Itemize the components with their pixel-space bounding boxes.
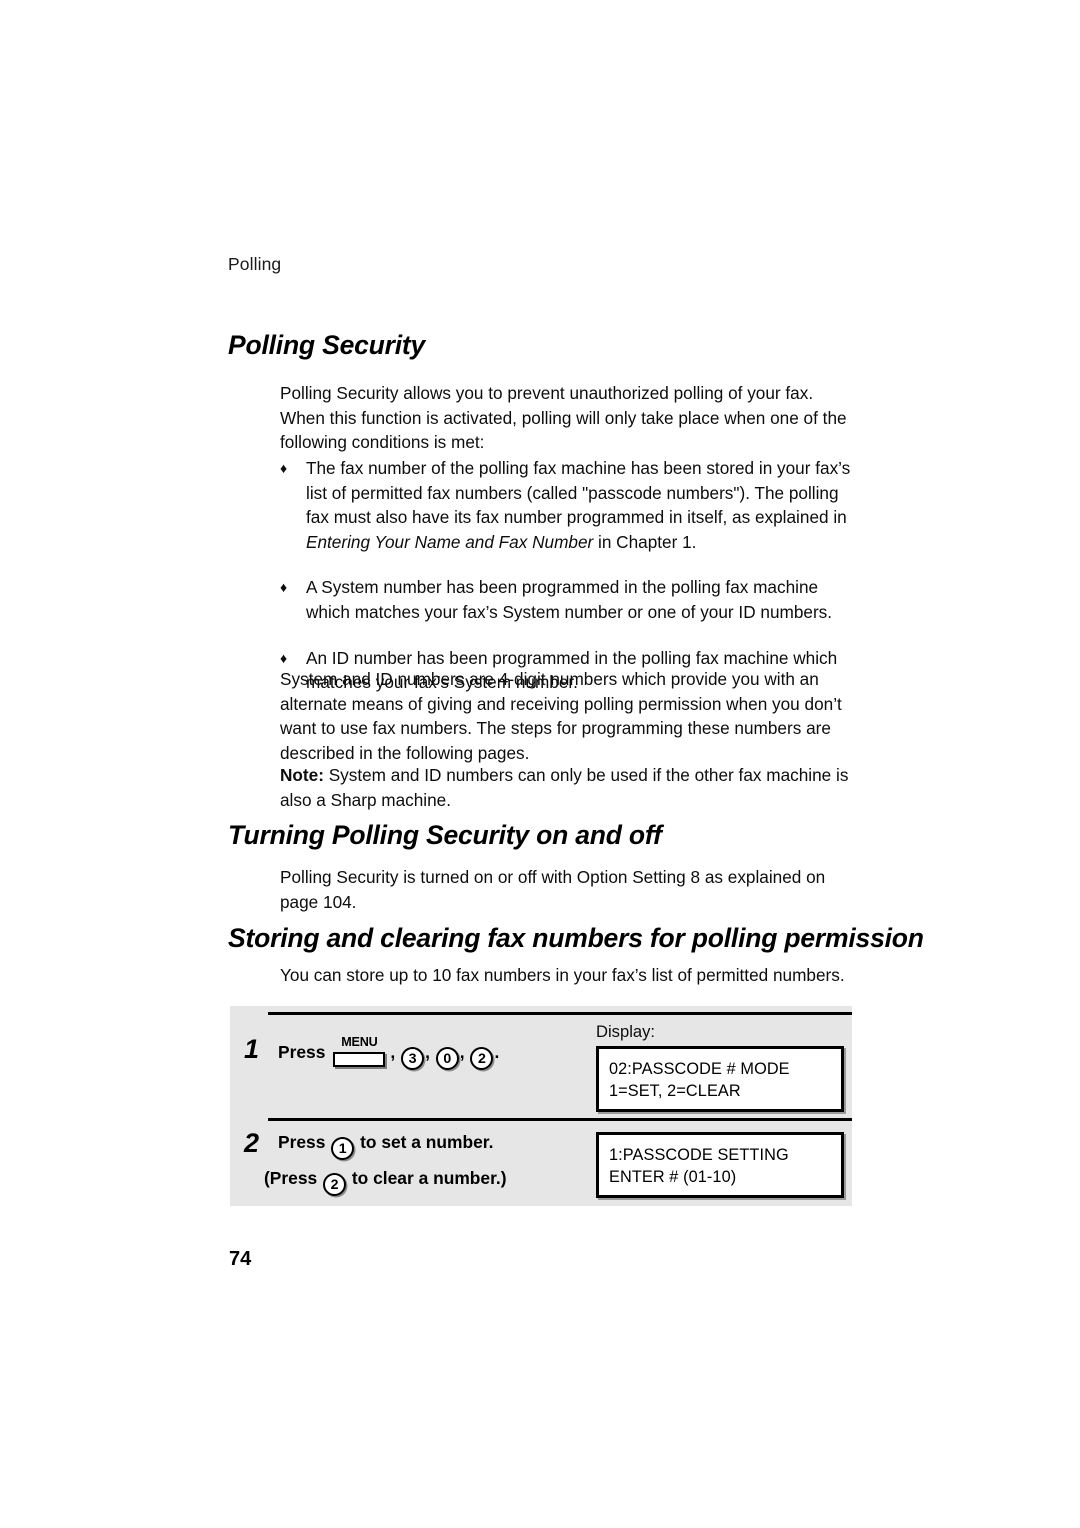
paragraph-system-id-numbers: System and ID numbers are 4-digit number…	[280, 667, 850, 765]
press-label: Press	[278, 1132, 326, 1152]
running-header: Polling	[228, 254, 282, 274]
lcd-line-2: 1=SET, 2=CLEAR	[609, 1082, 741, 1100]
comma-1: ,	[390, 1042, 396, 1062]
note-text: System and ID numbers can only be used i…	[280, 765, 849, 810]
paragraph-store-up-to: You can store up to 10 fax numbers in yo…	[280, 963, 850, 988]
heading-storing-clearing-fax-numbers: Storing and clearing fax numbers for pol…	[228, 923, 924, 953]
step-2-instruction-clear: (Press 2 to clear a number.)	[264, 1168, 507, 1196]
menu-key-label: MENU	[341, 1035, 378, 1049]
step-number: 1	[244, 1034, 260, 1064]
step-number: 2	[244, 1128, 260, 1158]
procedure-steps-panel: 1 Press MENU, 3, 0, 2. Display: 02:PASSCO…	[230, 1006, 852, 1206]
diamond-bullet-icon: ♦	[280, 460, 288, 476]
lcd-line-1: 1:PASSCODE SETTING	[609, 1146, 789, 1164]
lcd-display-step-1: 02:PASSCODE # MODE 1=SET, 2=CLEAR	[596, 1046, 844, 1112]
display-label: Display:	[596, 1022, 656, 1041]
keypad-key-3[interactable]: 3	[401, 1047, 425, 1070]
step-1-instruction: Press MENU, 3, 0, 2.	[278, 1036, 500, 1070]
comma-3: ,	[459, 1042, 465, 1062]
lcd-line-1: 02:PASSCODE # MODE	[609, 1060, 790, 1078]
clear-number-text: to clear a number.)	[351, 1168, 507, 1188]
menu-key-body	[333, 1052, 386, 1067]
list-item-italic-ref: Entering Your Name and Fax Number	[306, 531, 594, 552]
keypad-key-1[interactable]: 1	[331, 1137, 355, 1160]
heading-turning-polling-security-on-and-off: Turning Polling Security on and off	[228, 820, 662, 850]
paragraph-store-up-to-text: You can store up to 10 fax numbers in yo…	[280, 965, 845, 985]
paragraph-option-setting: Polling Security is turned on or off wit…	[280, 865, 850, 914]
keypad-key-0[interactable]: 0	[435, 1047, 459, 1070]
table-row: 1 Press MENU, 3, 0, 2. Display: 02:PASSCO…	[230, 1012, 852, 1112]
paragraph-system-id-text: System and ID numbers are 4-digit number…	[280, 669, 842, 763]
press-label: Press	[278, 1042, 326, 1062]
paren-press-label: (Press	[264, 1168, 318, 1188]
paragraph-note: Note: System and ID numbers can only be …	[280, 763, 850, 812]
list-item-text: The fax number of the polling fax machin…	[306, 458, 851, 528]
conditions-bullet-list: ♦ The fax number of the polling fax mach…	[280, 456, 852, 695]
set-number-text: to set a number.	[360, 1132, 494, 1152]
note-paragraph: Note: System and ID numbers can only be …	[280, 763, 850, 812]
page-number: 74	[229, 1248, 252, 1270]
lcd-line-2: ENTER # (01-10)	[609, 1168, 737, 1186]
diamond-bullet-icon: ♦	[280, 579, 288, 596]
paragraph-option-setting-text: Polling Security is turned on or off wit…	[280, 867, 826, 912]
list-item: ♦ A System number has been programmed in…	[280, 575, 852, 624]
list-item-text: A System number has been programmed in t…	[306, 577, 833, 622]
document-page: Polling Polling Security Polling Securit…	[0, 0, 1080, 1528]
menu-key-button[interactable]: MENU	[331, 1036, 387, 1068]
row-divider	[268, 1118, 852, 1121]
heading-polling-security: Polling Security	[228, 330, 426, 360]
row-divider	[268, 1012, 852, 1015]
list-item: ♦ The fax number of the polling fax mach…	[280, 456, 852, 554]
comma-2: ,	[425, 1042, 430, 1062]
note-label: Note:	[280, 765, 324, 785]
lcd-display-step-2: 1:PASSCODE SETTING ENTER # (01-10)	[596, 1132, 844, 1198]
step-2-instruction-set: Press 1 to set a number.	[278, 1132, 493, 1160]
period-1: .	[494, 1042, 500, 1062]
paragraph-intro-text: Polling Security allows you to prevent u…	[280, 383, 847, 453]
list-item-text-tail: in Chapter 1.	[593, 531, 697, 552]
keypad-key-2[interactable]: 2	[323, 1173, 347, 1196]
paragraph-intro: Polling Security allows you to prevent u…	[280, 381, 850, 455]
table-row: 2 Press 1 to set a number. (Press 2 to c…	[230, 1118, 852, 1206]
keypad-key-2[interactable]: 2	[470, 1047, 494, 1070]
